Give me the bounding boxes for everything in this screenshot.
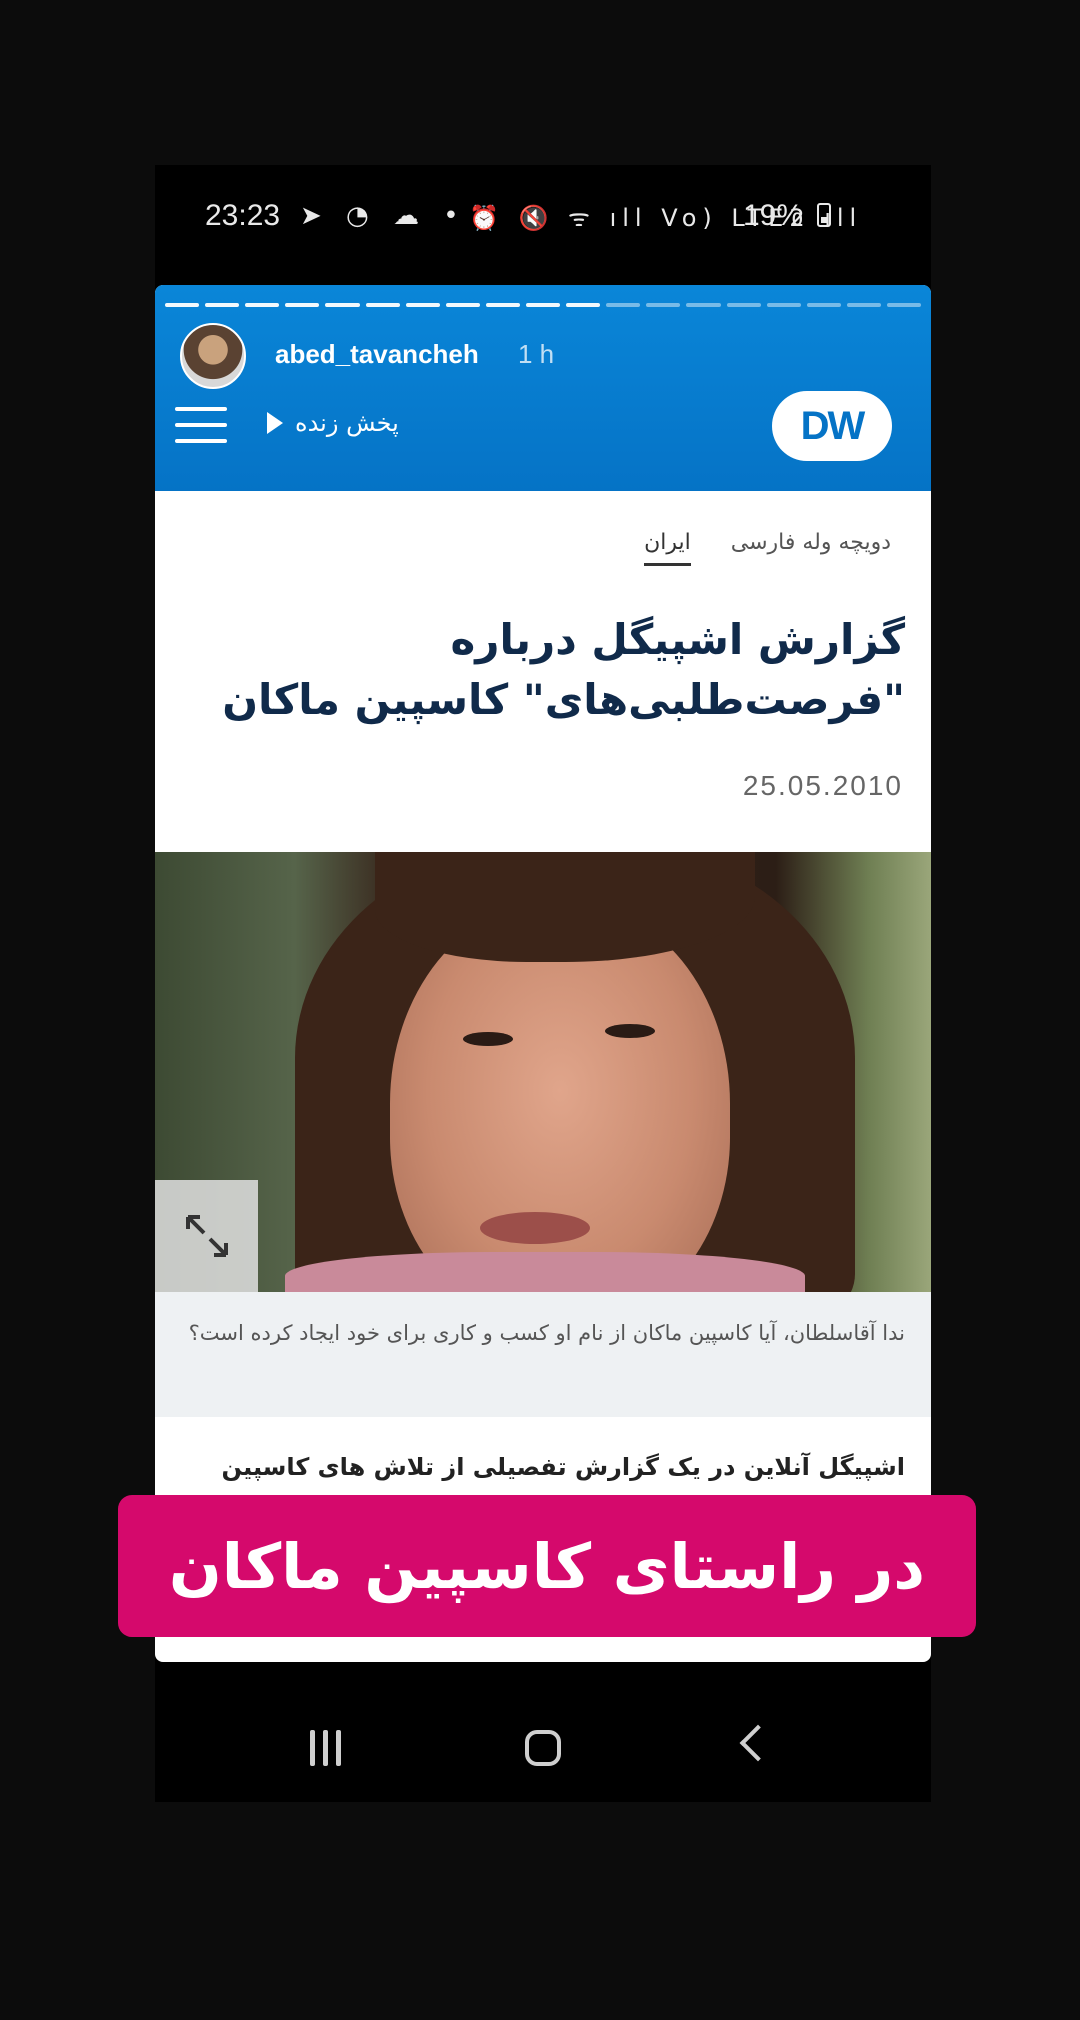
progress-segment	[646, 303, 681, 307]
progress-segment	[365, 303, 400, 307]
live-label: پخش زنده	[295, 409, 399, 437]
system-status-icons: ⏰ 🔇 ᯤ ıll Vo) LTE2 ıll	[469, 204, 863, 232]
progress-segment	[606, 303, 641, 307]
progress-segment	[726, 303, 761, 307]
photo-caption: ندا آقاسلطان، آیا کاسپین ماکان از نام او…	[155, 1292, 931, 1417]
article-title: گزارش اشپیگل درباره "فرصت‌طلبی‌های" کاسپ…	[205, 610, 905, 730]
progress-segment	[245, 303, 280, 307]
progress-segment	[766, 303, 801, 307]
hamburger-icon[interactable]	[175, 407, 227, 445]
recents-icon[interactable]	[310, 1730, 341, 1766]
expand-icon[interactable]	[155, 1180, 258, 1292]
article-title-line-2: "فرصت‌طلبی‌های" کاسپین ماکان	[222, 675, 905, 724]
progress-segment	[806, 303, 841, 307]
progress-segment	[525, 303, 561, 307]
progress-segment	[405, 303, 440, 307]
article-body: اشپیگل آنلاین در یک گزارش تفصیلی از تلاش…	[221, 1453, 905, 1481]
progress-segment	[886, 303, 922, 307]
photo-eye-left	[463, 1032, 513, 1046]
play-icon	[267, 412, 283, 434]
progress-segment	[686, 303, 721, 307]
story-viewer[interactable]: abed_tavancheh 1 h پخش زنده DW دویچه وله…	[155, 285, 931, 1662]
progress-segment	[445, 303, 480, 307]
notification-icons: ➤ ◔ ☁ •	[300, 201, 467, 231]
phone-screen: 23:23 ➤ ◔ ☁ • ⏰ 🔇 ᯤ ıll Vo) LTE2 ıll 19%…	[118, 165, 976, 1802]
live-button[interactable]: پخش زنده	[267, 409, 399, 437]
story-progress	[165, 303, 922, 307]
dw-logo[interactable]: DW	[772, 391, 892, 461]
progress-segment	[165, 303, 200, 307]
photo-shirt	[285, 1252, 805, 1292]
back-icon[interactable]	[739, 1724, 777, 1762]
breadcrumb-current[interactable]: ایران	[644, 530, 691, 566]
progress-segment	[846, 303, 881, 307]
battery-percent: 19%	[742, 199, 803, 232]
breadcrumb-home[interactable]: دویچه وله فارسی	[731, 530, 891, 566]
article-title-line-1: گزارش اشپیگل درباره	[450, 615, 905, 664]
status-bar: 23:23 ➤ ◔ ☁ • ⏰ 🔇 ᯤ ıll Vo) LTE2 ıll 19%	[155, 165, 931, 285]
expand-arrows-icon	[185, 1215, 228, 1257]
navigation-bar	[155, 1690, 931, 1802]
home-icon[interactable]	[525, 1730, 561, 1766]
progress-segment	[566, 303, 601, 307]
story-username[interactable]: abed_tavancheh	[275, 339, 479, 370]
story-time-ago: 1 h	[518, 339, 555, 369]
photo-lips	[480, 1212, 590, 1244]
breadcrumb: دویچه وله فارسی ایران	[644, 530, 891, 566]
progress-segment	[485, 303, 520, 307]
text-sticker: در راستای کاسپین ماکان	[118, 1495, 976, 1637]
progress-segment	[325, 303, 360, 307]
progress-segment	[205, 303, 240, 307]
avatar[interactable]	[180, 323, 246, 389]
battery-icon	[817, 203, 831, 227]
status-time: 23:23	[205, 199, 281, 232]
article-photo[interactable]	[155, 852, 931, 1292]
article-date: 25.05.2010	[742, 770, 903, 801]
photo-eye-right	[605, 1024, 655, 1038]
dw-header: abed_tavancheh 1 h پخش زنده DW	[155, 285, 931, 491]
progress-segment	[285, 303, 320, 307]
